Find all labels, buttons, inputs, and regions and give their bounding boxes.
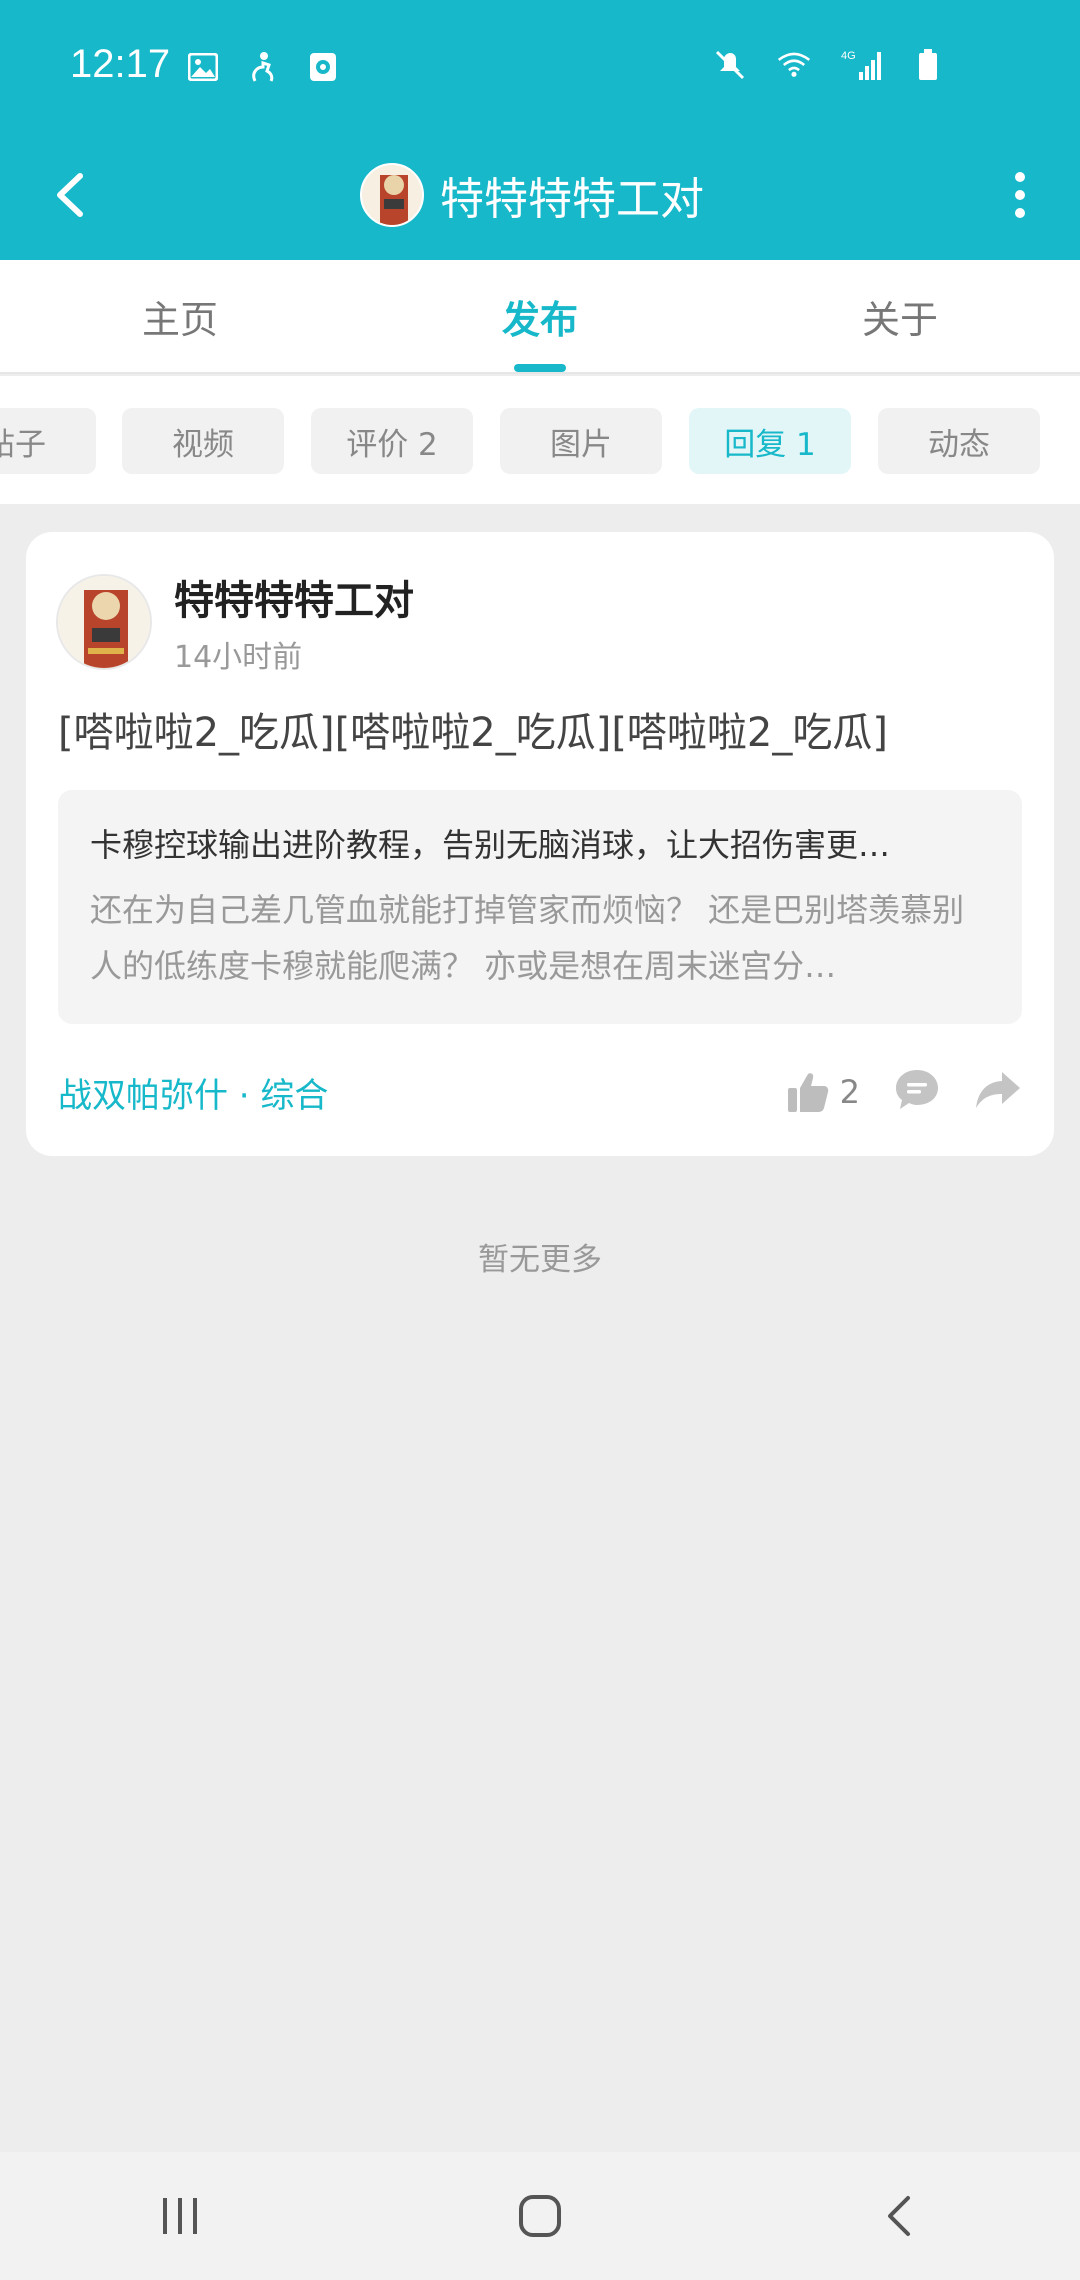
page-title: 特特特特工对 <box>440 174 704 225</box>
chip-images[interactable]: 图片 <box>500 408 662 474</box>
share-button[interactable] <box>974 1070 1022 1114</box>
app-bar: 12:17 4G 特特特特工对 <box>0 0 1080 260</box>
post-author: 特特特特工对 14小时前 <box>56 572 414 675</box>
author-name[interactable]: 特特特特工对 <box>174 568 414 626</box>
comment-button[interactable] <box>894 1068 940 1116</box>
system-nav-bar <box>0 2152 1080 2280</box>
chip-label: 动态 <box>928 426 990 463</box>
quoted-post[interactable]: 卡穆控球输出进阶教程，告别无脑消球，让大招伤害更… 还在为自己差几管血就能打掉管… <box>58 790 1022 1024</box>
post-actions: 2 <box>786 1068 1022 1116</box>
chip-activity[interactable]: 动态 <box>878 408 1040 474</box>
end-of-list-text: 暂无更多 <box>478 1242 602 1278</box>
author-info: 特特特特工对 14小时前 <box>174 568 414 676</box>
home-icon <box>519 2195 561 2237</box>
home-button[interactable] <box>480 2166 600 2266</box>
tab-about[interactable]: 关于 <box>720 260 1080 372</box>
mute-icon <box>713 48 747 82</box>
system-back-button[interactable] <box>840 2166 960 2266</box>
accessibility-icon <box>246 50 280 84</box>
chip-posts[interactable]: 帖子 <box>0 408 96 474</box>
tab-posts[interactable]: 发布 <box>360 260 720 372</box>
avatar[interactable] <box>56 574 152 670</box>
recents-button[interactable] <box>120 2166 240 2266</box>
image-icon <box>186 50 220 84</box>
like-count: 2 <box>839 1073 860 1111</box>
more-options-button[interactable] <box>1000 155 1040 235</box>
quoted-post-title: 卡穆控球输出进阶教程，告别无脑消球，让大招伤害更… <box>90 826 891 864</box>
tab-label: 发布 <box>501 297 578 342</box>
4g-signal-icon: 4G <box>841 48 881 82</box>
thumbs-up-icon <box>787 1073 828 1112</box>
title-bar: 特特特特工对 <box>0 130 1080 260</box>
chip-label: 回复 1 <box>724 426 816 463</box>
title-group: 特特特特工对 <box>360 152 704 238</box>
network-label: 4G <box>841 50 856 62</box>
chip-label: 视频 <box>172 426 234 463</box>
camera-icon <box>306 50 340 84</box>
profile-tabs: 主页 发布 关于 <box>0 260 1080 374</box>
tab-label: 主页 <box>141 297 218 342</box>
chevron-left-icon <box>57 173 83 217</box>
battery-icon <box>911 48 945 82</box>
chip-replies[interactable]: 回复 1 <box>689 408 851 474</box>
chip-reviews[interactable]: 评价 2 <box>311 408 473 474</box>
share-icon <box>976 1072 1020 1108</box>
tab-label: 关于 <box>861 297 938 342</box>
chip-label: 帖子 <box>0 426 46 463</box>
status-time: 12:17 <box>70 42 171 86</box>
chip-label: 图片 <box>550 426 612 463</box>
filter-chips: 帖子 视频 评价 2 图片 回复 1 动态 <box>0 376 1080 504</box>
chip-videos[interactable]: 视频 <box>122 408 284 474</box>
status-bar: 12:17 4G <box>0 0 1080 130</box>
forum-link[interactable]: 战双帕弥什 · 综合 <box>58 1068 328 1117</box>
avatar[interactable] <box>360 163 424 227</box>
chip-label: 评价 2 <box>346 426 438 463</box>
recents-icon <box>163 2198 197 2234</box>
back-icon <box>888 2196 910 2236</box>
status-left-icons <box>186 50 340 84</box>
quoted-post-body: 还在为自己差几管血就能打掉管家而烦恼？ 还是巴别塔羡慕别人的低练度卡穆就能爬满？… <box>90 891 965 985</box>
tab-active-indicator <box>514 364 566 372</box>
like-button[interactable]: 2 <box>786 1070 860 1114</box>
tab-home[interactable]: 主页 <box>0 260 360 372</box>
post-timestamp: 14小时前 <box>174 640 303 675</box>
post-content: [嗒啦啦2_吃瓜][嗒啦啦2_吃瓜][嗒啦啦2_吃瓜] <box>58 710 888 756</box>
comment-icon <box>896 1070 938 1109</box>
more-vertical-icon <box>1015 172 1025 218</box>
post-card[interactable]: 特特特特工对 14小时前 [嗒啦啦2_吃瓜][嗒啦啦2_吃瓜][嗒啦啦2_吃瓜]… <box>26 532 1054 1156</box>
post-footer: 战双帕弥什 · 综合 2 <box>58 1060 1022 1124</box>
back-button[interactable] <box>30 155 110 235</box>
wifi-icon <box>777 48 811 82</box>
status-right-icons: 4G <box>713 48 945 82</box>
